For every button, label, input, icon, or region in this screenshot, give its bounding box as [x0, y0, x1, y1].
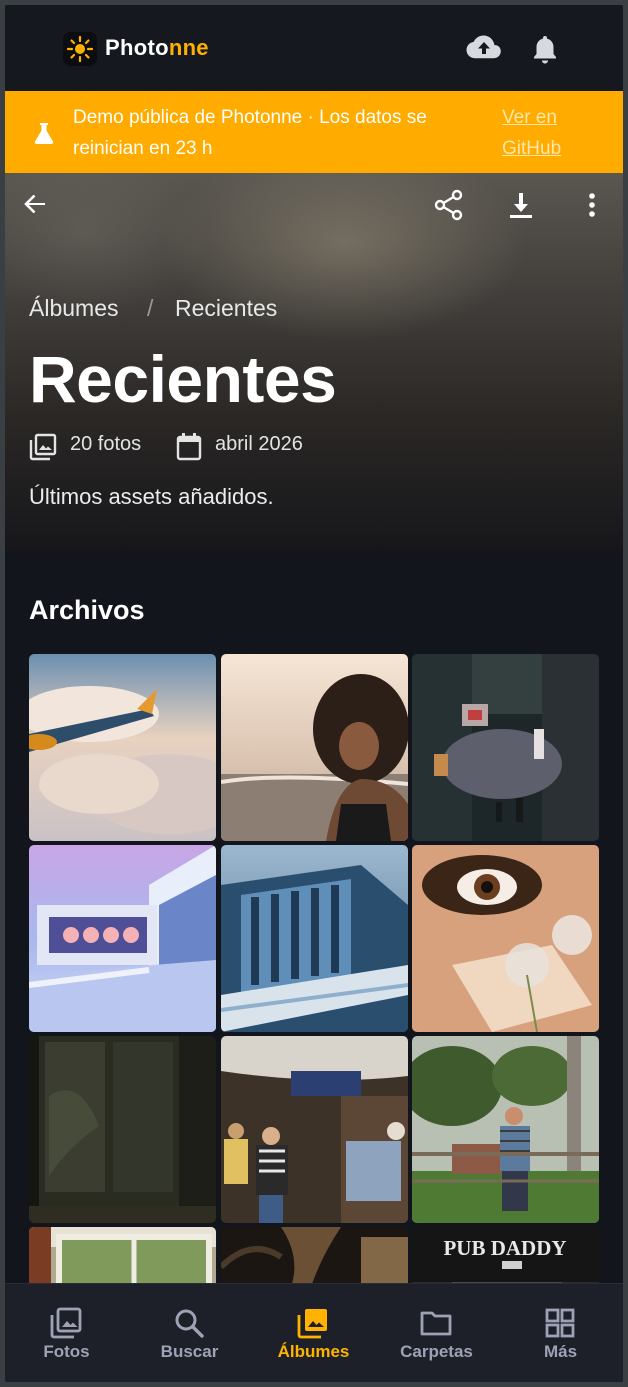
download-icon[interactable] [508, 191, 534, 224]
photo-tile[interactable] [412, 845, 599, 1032]
breadcrumb-current: Recientes [175, 295, 278, 321]
folder-icon [420, 1311, 452, 1336]
nav-item-albums[interactable]: Álbumes [252, 1284, 375, 1382]
photo-library-icon [29, 433, 57, 466]
nav-item-folders[interactable]: Carpetas [375, 1284, 498, 1382]
photo-tile[interactable] [221, 654, 408, 841]
cloud-upload-icon[interactable] [465, 33, 503, 68]
photo-tile[interactable] [29, 845, 216, 1032]
nav-label-search: Buscar [160, 1342, 219, 1361]
top-bar: Photonne [5, 5, 623, 91]
pub-sign-text: PUB DADDY [443, 1236, 566, 1260]
photo-tile[interactable] [221, 845, 408, 1032]
app-brand[interactable]: Photonne [105, 35, 209, 61]
back-arrow-icon[interactable] [21, 190, 49, 223]
nav-label-folders: Carpetas [400, 1342, 473, 1361]
nav-label-albums: Álbumes [277, 1342, 350, 1361]
nav-label-more: Más [543, 1342, 578, 1361]
nav-item-more[interactable]: Más [499, 1284, 622, 1382]
photos-icon [50, 1307, 82, 1339]
photo-tile[interactable] [29, 654, 216, 841]
album-description: Últimos assets añadidos. [29, 484, 274, 509]
section-title: Archivos [29, 595, 145, 625]
bottom-navigation: Fotos Buscar Álbumes Carpetas Más [5, 1283, 623, 1382]
more-vertical-icon[interactable] [586, 191, 598, 224]
breadcrumb-albums[interactable]: Álbumes [29, 295, 118, 322]
album-date: abril 2026 [215, 433, 303, 455]
photo-count: 20 fotos [70, 433, 142, 455]
calendar-icon [175, 432, 203, 467]
github-link[interactable]: Ver en GitHub [502, 102, 592, 164]
photo-tile[interactable] [412, 654, 599, 841]
app-window: Photonne Demo pública de Photonne · Los … [5, 5, 623, 1382]
bell-icon[interactable] [532, 33, 558, 70]
nav-item-search[interactable]: Buscar [128, 1284, 251, 1382]
flask-icon [33, 122, 55, 149]
photo-tile[interactable] [29, 1036, 216, 1223]
banner-message: Demo pública de Photonne · Los datos se … [73, 107, 427, 159]
photo-tile[interactable] [221, 1036, 408, 1223]
grid-icon [545, 1308, 575, 1338]
search-icon [175, 1309, 204, 1338]
photo-tile[interactable] [412, 1036, 599, 1223]
share-icon[interactable] [433, 189, 465, 226]
albums-icon [297, 1309, 327, 1339]
nav-item-photos[interactable]: Fotos [5, 1284, 128, 1382]
breadcrumb-separator: / [147, 295, 154, 321]
photonne-logo-icon[interactable] [63, 32, 97, 66]
album-title: Recientes [29, 342, 337, 416]
nav-label-photos: Fotos [43, 1342, 90, 1361]
